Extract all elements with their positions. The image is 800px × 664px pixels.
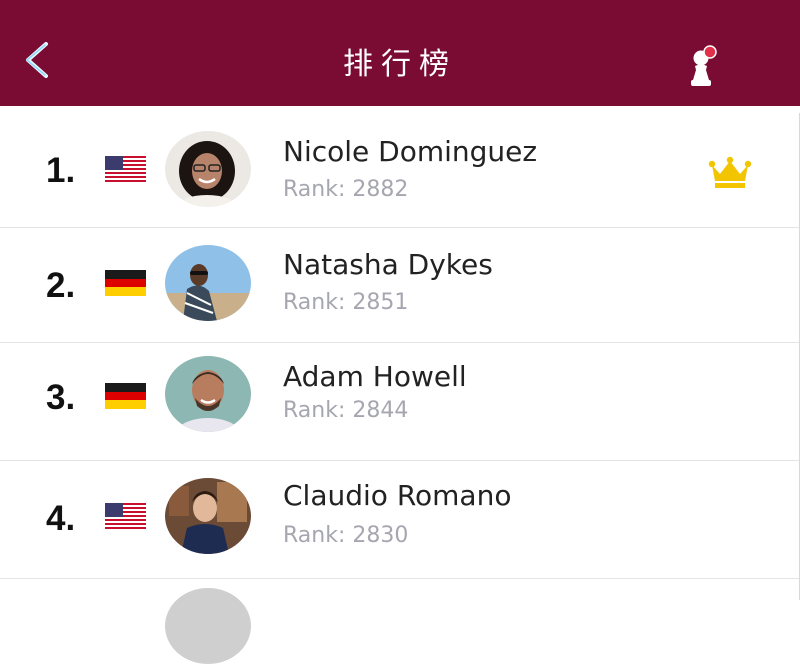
avatar	[165, 245, 251, 321]
avatar	[165, 131, 251, 207]
page-title: 排行榜	[343, 47, 457, 82]
us-flag-icon	[105, 503, 146, 529]
leaderboard-row[interactable]: 3. Adam Howell Rank: 2844	[0, 343, 799, 461]
us-flag-icon	[105, 156, 146, 182]
profile-button[interactable]	[684, 44, 724, 90]
notification-dot	[703, 45, 717, 59]
avatar	[165, 356, 251, 432]
player-rank: Rank: 2882	[283, 177, 409, 202]
player-rank: Rank: 2844	[283, 398, 409, 423]
leaderboard-row[interactable]: 4. Claudio Romano Rank: 2830	[0, 461, 799, 579]
player-name: Claudio Romano	[283, 479, 512, 512]
player-name: Nicole Dominguez	[283, 135, 538, 168]
position-number: 4.	[46, 499, 76, 538]
player-name: Natasha Dykes	[283, 248, 493, 281]
player-name: Adam Howell	[283, 360, 467, 393]
crown-icon	[708, 155, 752, 189]
player-rank: Rank: 2851	[283, 290, 409, 315]
germany-flag-icon	[105, 383, 146, 409]
position-number: 2.	[46, 266, 76, 305]
position-number: 1.	[46, 151, 76, 190]
player-rank: Rank: 2830	[283, 523, 409, 548]
leaderboard-row[interactable]: 1. Nicole Dominguez Rank: 2882	[0, 113, 799, 228]
position-number: 3.	[46, 378, 76, 417]
leaderboard-list: 1. Nicole Dominguez Rank: 2882 2. Natash…	[0, 113, 800, 600]
leaderboard-row[interactable]: 2. Natasha Dykes Rank: 2851	[0, 228, 799, 343]
chess-pawn-icon	[691, 45, 717, 86]
germany-flag-icon	[105, 270, 146, 296]
app-header: 排行榜	[0, 0, 800, 108]
avatar	[165, 588, 251, 664]
avatar	[165, 478, 251, 554]
